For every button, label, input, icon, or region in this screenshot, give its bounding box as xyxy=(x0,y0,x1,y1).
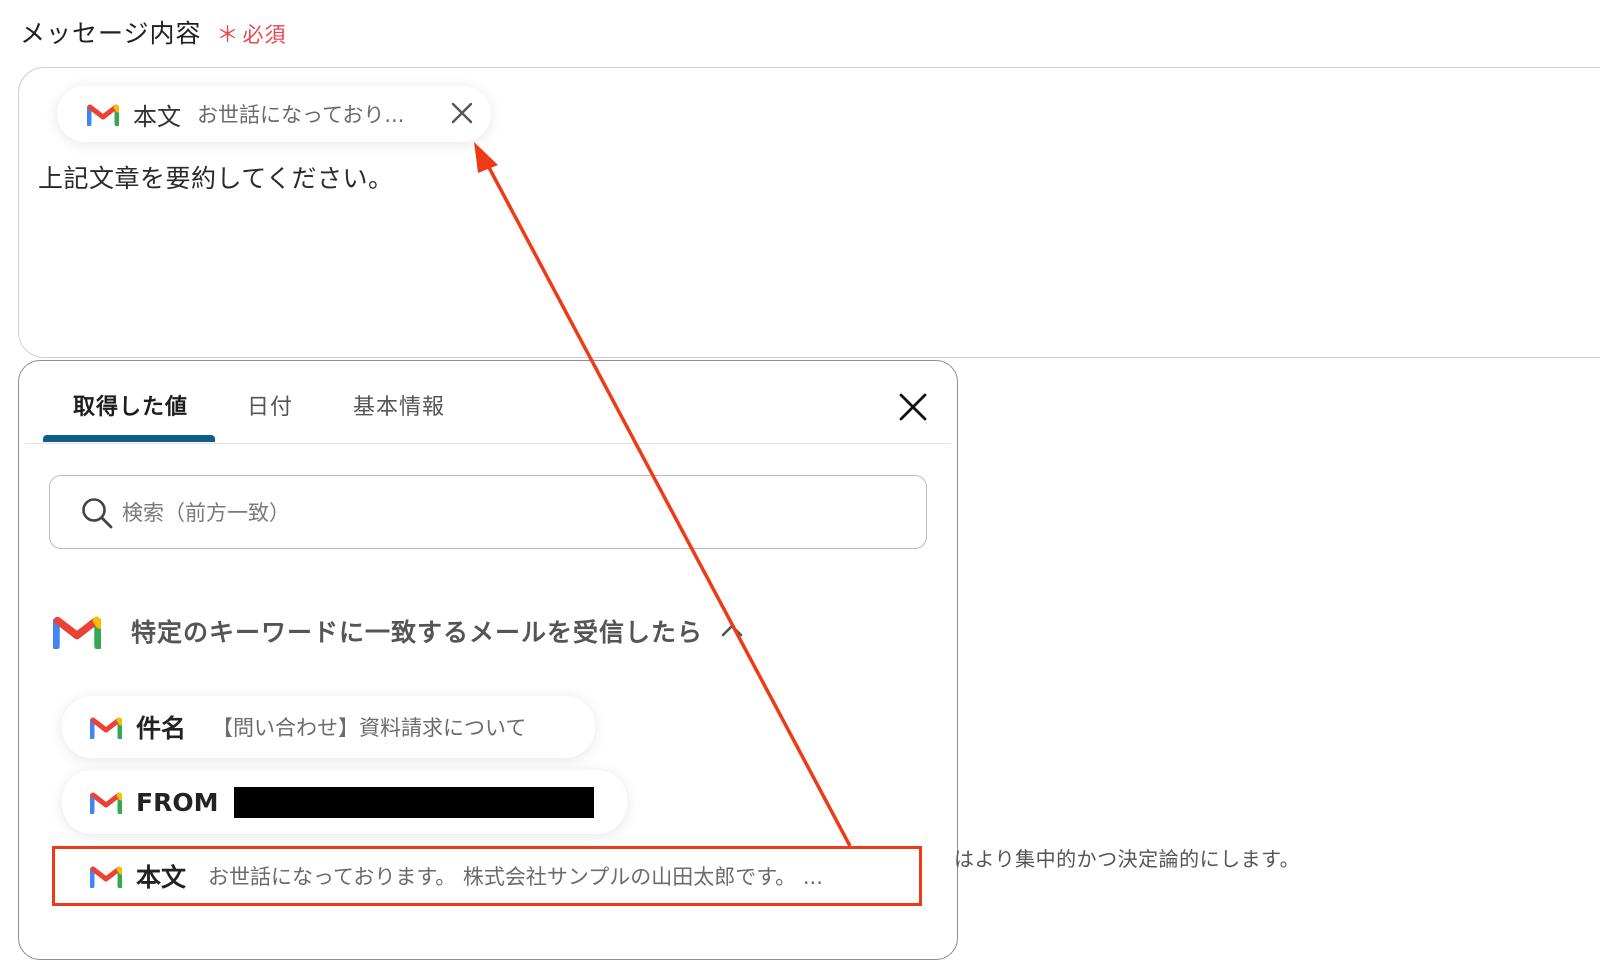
item-value: 【問い合わせ】資料請求について xyxy=(212,716,527,740)
chip-key: 本文 xyxy=(133,102,181,131)
field-label-text: メッセージ内容 xyxy=(20,19,202,48)
chevron-up-icon[interactable] xyxy=(719,618,745,644)
list-item-body[interactable]: 本文 お世話になっております。 株式会社サンプルの山田太郎です。 ... xyxy=(62,846,917,906)
search-box xyxy=(49,475,927,549)
tab-retrieved-values[interactable]: 取得した値 xyxy=(73,389,188,421)
item-key: 件名 xyxy=(136,714,187,743)
gmail-icon xyxy=(90,790,122,814)
picker-tabs: 取得した値 日付 基本情報 xyxy=(25,361,951,444)
required-asterisk: ＊ xyxy=(216,23,240,48)
item-key: FROM xyxy=(136,787,219,817)
trigger-group-header[interactable]: 特定のキーワードに一致するメールを受信したら xyxy=(53,613,745,649)
redacted-value xyxy=(234,786,595,818)
active-tab-indicator xyxy=(43,435,215,442)
tab-basic-info[interactable]: 基本情報 xyxy=(353,389,445,421)
remove-chip-close-icon[interactable] xyxy=(449,100,475,126)
gmail-icon xyxy=(90,864,122,888)
background-partial-text: はより集中的かつ決定論的にします。 xyxy=(954,847,1301,871)
trigger-label: 特定のキーワードに一致するメールを受信したら xyxy=(131,618,704,647)
list-item-subject[interactable]: 件名 【問い合わせ】資料請求について xyxy=(62,696,595,758)
gmail-icon xyxy=(53,613,101,649)
gmail-icon xyxy=(90,715,122,739)
required-indicator: ＊必須 xyxy=(216,23,287,48)
tab-date[interactable]: 日付 xyxy=(247,389,293,421)
message-text: 上記文章を要約してください。 xyxy=(38,164,394,193)
chip-value: お世話になっており... xyxy=(197,103,405,127)
list-item-from[interactable]: FROM xyxy=(62,770,627,834)
search-input[interactable] xyxy=(120,490,904,536)
required-text: 必須 xyxy=(242,23,287,47)
item-value: お世話になっております。 株式会社サンプルの山田太郎です。 ... xyxy=(208,865,823,889)
gmail-icon xyxy=(87,102,119,126)
item-key: 本文 xyxy=(136,863,187,892)
picker-close-icon[interactable] xyxy=(897,391,929,423)
field-label: メッセージ内容 ＊必須 xyxy=(20,14,286,50)
inserted-variable-chip[interactable]: 本文 お世話になっており... xyxy=(57,86,491,142)
search-icon xyxy=(80,496,114,530)
